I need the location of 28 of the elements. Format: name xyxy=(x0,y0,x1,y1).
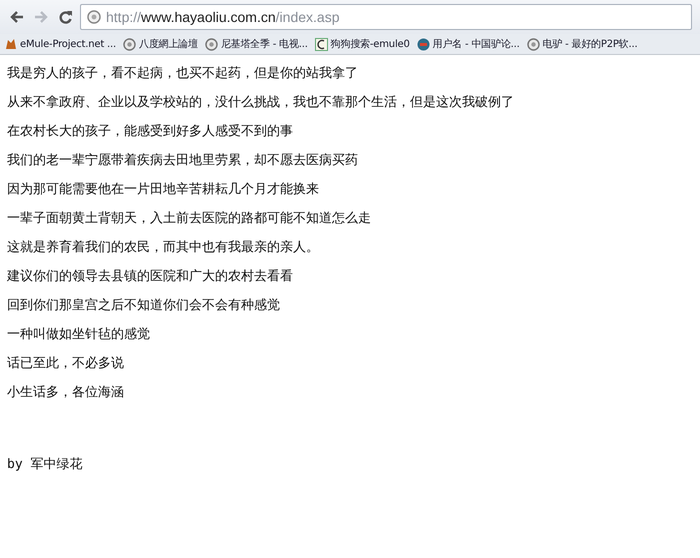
bookmark-link[interactable]: 八度網上論壇 xyxy=(122,37,198,51)
page-icon xyxy=(314,38,328,50)
text-line: 从来不拿政府、企业以及学校站的，没什么挑战，我也不靠那个生活，但是这次我破例了 xyxy=(7,94,515,112)
text-line: 一辈子面朝黄土背朝天，入土前去医院的路都可能不知道怎么走 xyxy=(7,210,372,228)
text-line: 话已至此，不必多说 xyxy=(7,355,125,373)
url-text: http://www.hayaoliu.com.cn/index.asp xyxy=(106,9,340,25)
bookmark-link[interactable]: 用户名 - 中国驴论... xyxy=(416,37,520,51)
globe-icon xyxy=(204,38,218,50)
globe-icon xyxy=(87,10,101,24)
address-bar[interactable]: http://www.hayaoliu.com.cn/index.asp xyxy=(80,4,692,30)
bookmark-link[interactable]: 狗狗搜索-emule0 xyxy=(314,37,410,51)
text-line: 建议你们的领导去县镇的医院和广大的农村去看看 xyxy=(7,268,294,286)
bookmark-link[interactable]: 电驴 - 最好的P2P软... xyxy=(526,37,638,51)
text-line: 因为那可能需要他在一片田地辛苦耕耘几个月才能换来 xyxy=(7,181,320,199)
text-line: 回到你们那皇宫之后不知道你们会不会有种感觉 xyxy=(7,297,281,315)
text-line: 一种叫做如坐针毡的感觉 xyxy=(7,326,151,344)
text-line: 我是穷人的孩子，看不起病，也买不起药，但是你的站我拿了 xyxy=(7,65,359,83)
globe-icon xyxy=(122,38,136,50)
text-line: 小生话多，各位海涵 xyxy=(7,384,125,402)
globe-icon xyxy=(526,38,540,50)
text-line: 我们的老一辈宁愿带着疾病去田地里劳累，却不愿去医病买药 xyxy=(7,152,359,170)
text-line: 在农村长大的孩子，能感受到好多人感受不到的事 xyxy=(7,123,294,141)
mule-icon xyxy=(5,38,17,50)
bookmark-link[interactable]: 尼基塔全季 - 电视... xyxy=(204,37,308,51)
forum-icon xyxy=(416,38,430,50)
signature-text: by 军中绿花 xyxy=(7,456,84,473)
text-line: 这就是养育着我们的农民，而其中也有我最亲的亲人。 xyxy=(7,238,320,257)
bookmark-link[interactable]: eMule-Project.net ... xyxy=(5,38,116,50)
